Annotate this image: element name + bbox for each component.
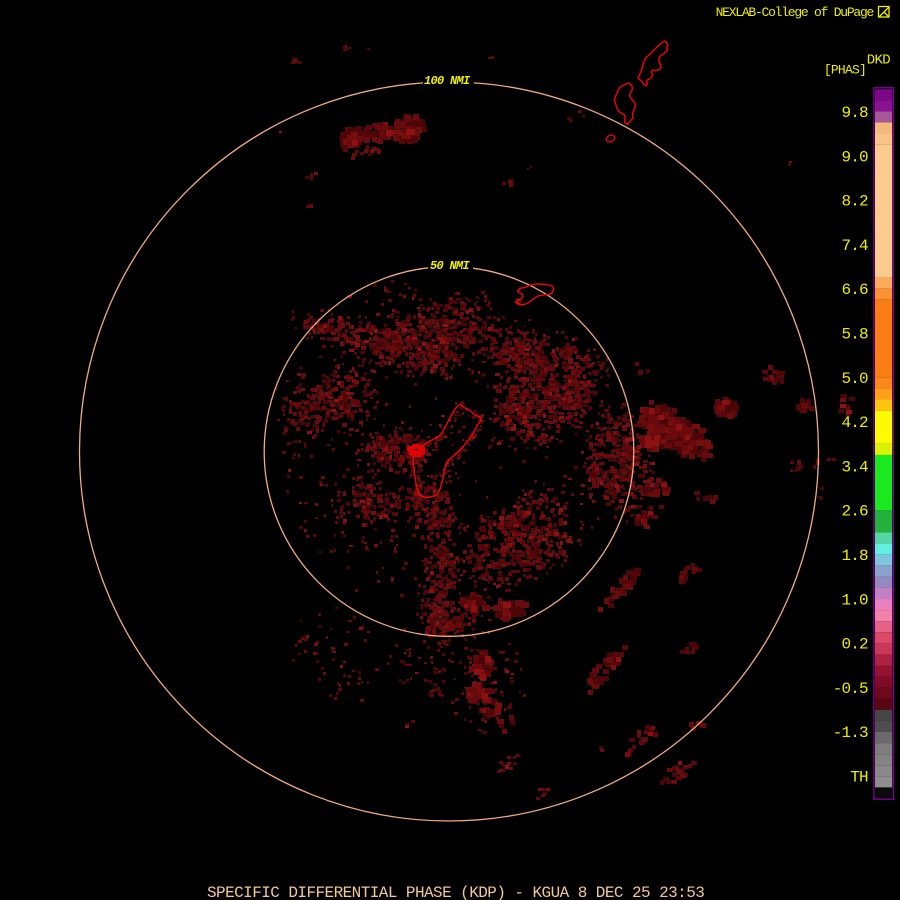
svg-text:1.0: 1.0 xyxy=(842,591,869,609)
svg-text:DKD: DKD xyxy=(867,53,891,69)
svg-text:-0.5: -0.5 xyxy=(833,680,868,698)
svg-text:NEXLAB-College of DuPage: NEXLAB-College of DuPage xyxy=(716,5,874,20)
svg-text:4.2: 4.2 xyxy=(842,414,869,432)
svg-text:[PHAS]: [PHAS] xyxy=(824,63,866,78)
svg-text:-1.3: -1.3 xyxy=(833,724,868,742)
svg-text:50 NMI: 50 NMI xyxy=(430,259,471,273)
svg-text:3.4: 3.4 xyxy=(842,458,869,476)
svg-text:100 NMI: 100 NMI xyxy=(424,74,471,88)
svg-text:7.4: 7.4 xyxy=(842,237,869,255)
svg-text:2.6: 2.6 xyxy=(842,503,869,521)
svg-text:5.0: 5.0 xyxy=(842,370,869,388)
svg-text:8.2: 8.2 xyxy=(842,193,869,211)
svg-text:SPECIFIC DIFFERENTIAL PHASE (K: SPECIFIC DIFFERENTIAL PHASE (KDP) - KGUA… xyxy=(207,884,704,900)
svg-text:1.8: 1.8 xyxy=(842,547,869,565)
svg-text:TH: TH xyxy=(850,769,868,787)
svg-text:0.2: 0.2 xyxy=(842,636,869,654)
svg-text:9.8: 9.8 xyxy=(842,104,869,122)
svg-text:9.0: 9.0 xyxy=(842,148,869,166)
svg-text:6.6: 6.6 xyxy=(842,281,869,299)
svg-text:5.8: 5.8 xyxy=(842,326,869,344)
